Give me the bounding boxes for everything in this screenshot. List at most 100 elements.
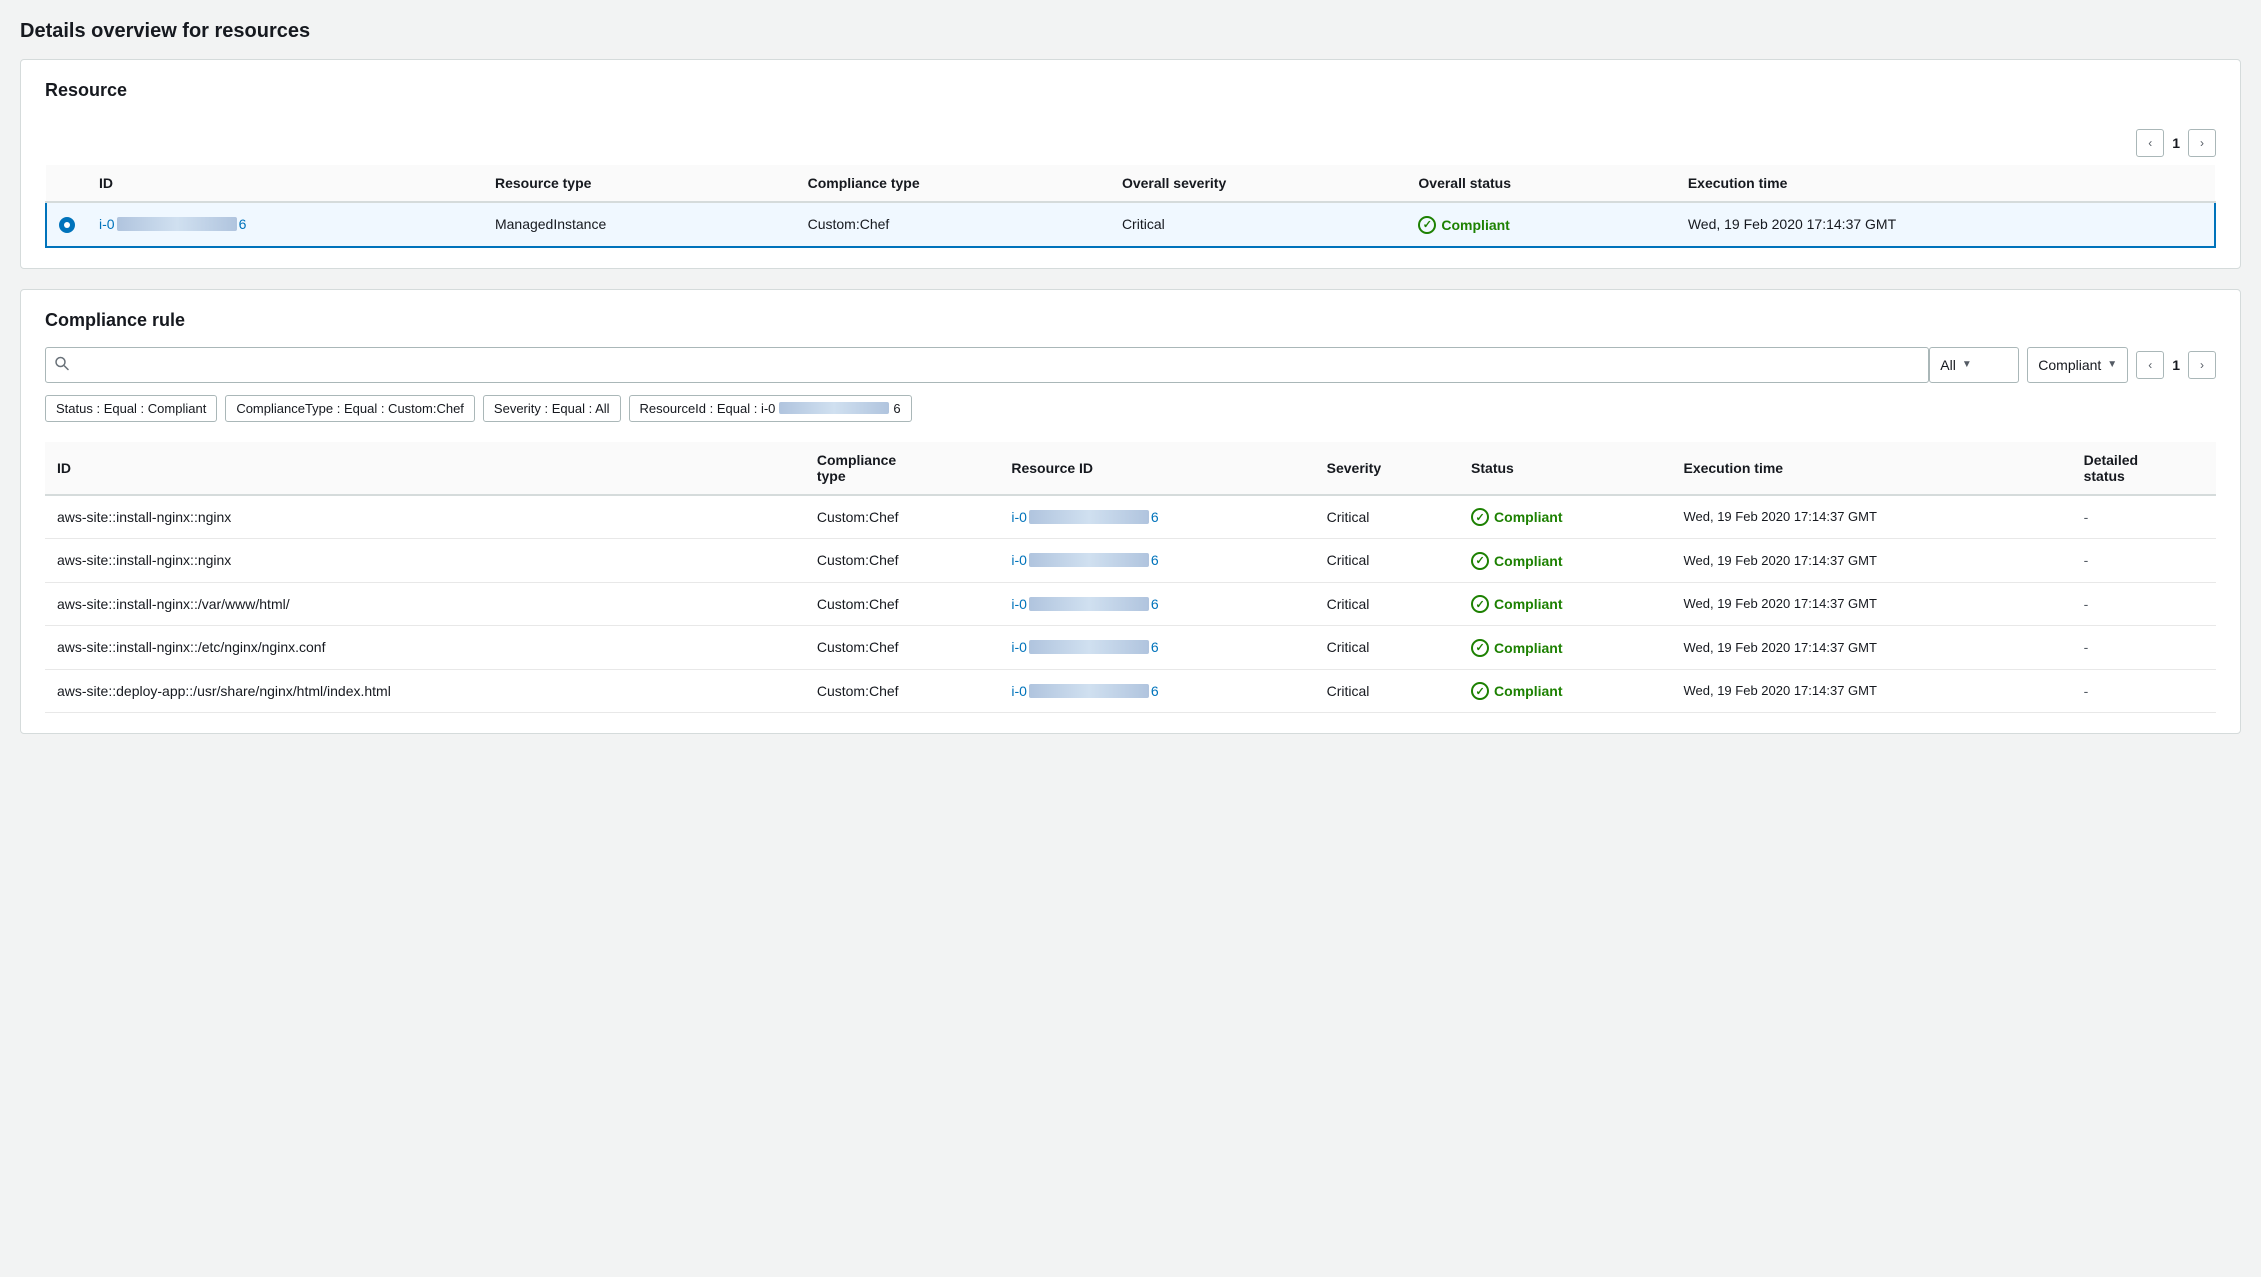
filter-tag-status[interactable]: Status : Equal : Compliant — [45, 395, 217, 422]
resource-id-blurred-middle — [117, 217, 237, 231]
compliance-rid-blurred — [1029, 510, 1149, 524]
compliance-row-compliance-type: Custom:Chef — [805, 626, 1000, 670]
compliance-row-status: ✓ Compliant — [1459, 669, 1671, 713]
compliance-status-label: Compliant — [1494, 509, 1562, 525]
compliance-table-row: aws-site::install-nginx::/etc/nginx/ngin… — [45, 626, 2216, 670]
compliance-row-severity: Critical — [1315, 539, 1459, 583]
compliance-col-resource-id: Resource ID — [999, 442, 1314, 495]
compliance-row-compliance-type: Custom:Chef — [805, 582, 1000, 626]
compliance-row-compliance-type: Custom:Chef — [805, 495, 1000, 539]
compliance-row-id: aws-site::install-nginx::nginx — [45, 539, 805, 583]
page-title: Details overview for resources — [20, 20, 2241, 43]
resource-radio-selected[interactable] — [59, 217, 75, 233]
compliance-status-label: Compliant — [1494, 553, 1562, 569]
compliance-filter-tags: Status : Equal : Compliant ComplianceTyp… — [45, 395, 2216, 422]
resource-col-compliance-type: Compliance type — [796, 165, 1110, 202]
resource-panel: Resource ‹ 1 › ID Resource type Complian… — [20, 59, 2241, 269]
compliance-rid-prefix: i-0 — [1011, 596, 1027, 612]
resource-id-value[interactable]: i-0 6 — [99, 216, 246, 232]
filter-tag-severity[interactable]: Severity : Equal : All — [483, 395, 621, 422]
compliance-search-row: All ▼ Compliant ▼ ‹ 1 › — [45, 347, 2216, 383]
compliance-row-status: ✓ Compliant — [1459, 539, 1671, 583]
resource-row-radio[interactable] — [46, 202, 87, 247]
filter-tag-resource-id-suffix: 6 — [893, 401, 900, 416]
filter-tag-compliance-type[interactable]: ComplianceType : Equal : Custom:Chef — [225, 395, 475, 422]
compliance-rid-blurred — [1029, 553, 1149, 567]
compliance-col-status: Status — [1459, 442, 1671, 495]
compliance-row-resource-id: i-0 6 — [999, 626, 1314, 670]
resource-col-execution-time: Execution time — [1676, 165, 2215, 202]
compliance-rid-blurred — [1029, 597, 1149, 611]
status-dropdown-arrow-icon: ▼ — [2107, 359, 2117, 370]
resource-table: ID Resource type Compliance type Overall… — [45, 165, 2216, 248]
compliance-compliant-icon: ✓ — [1471, 682, 1489, 700]
compliance-row-severity: Critical — [1315, 669, 1459, 713]
compliance-rid-prefix: i-0 — [1011, 509, 1027, 525]
compliance-row-id: aws-site::install-nginx::nginx — [45, 495, 805, 539]
compliance-panel-title: Compliance rule — [45, 310, 2216, 331]
compliance-pagination: ‹ 1 › — [2136, 351, 2216, 379]
compliance-col-severity: Severity — [1315, 442, 1459, 495]
compliance-row-status: ✓ Compliant — [1459, 495, 1671, 539]
compliance-table-row: aws-site::install-nginx::nginxCustom:Che… — [45, 495, 2216, 539]
compliance-table-row: aws-site::install-nginx::/var/www/html/C… — [45, 582, 2216, 626]
compliance-rid-prefix: i-0 — [1011, 639, 1027, 655]
compliance-rid-blurred — [1029, 640, 1149, 654]
compliance-row-status: ✓ Compliant — [1459, 582, 1671, 626]
compliance-row-detailed-status: - — [2072, 582, 2216, 626]
compliance-resource-id-value[interactable]: i-0 6 — [1011, 552, 1158, 568]
compliance-col-compliance-type: Compliancetype — [805, 442, 1000, 495]
resource-table-row[interactable]: i-0 6 ManagedInstance Custom:Chef Critic… — [46, 202, 2215, 247]
compliance-status-label: Compliant — [2038, 357, 2101, 373]
compliance-col-execution-time: Execution time — [1671, 442, 2071, 495]
compliance-search-input[interactable] — [45, 347, 1929, 383]
compliance-filter-all-dropdown[interactable]: All ▼ — [1929, 347, 2019, 383]
resource-next-page-button[interactable]: › — [2188, 129, 2216, 157]
filter-tag-resource-id-text: ResourceId : Equal : i-0 — [640, 401, 776, 416]
resource-row-compliance-type: Custom:Chef — [796, 202, 1110, 247]
compliance-resource-id-value[interactable]: i-0 6 — [1011, 639, 1158, 655]
search-filter-right: All ▼ Compliant ▼ ‹ 1 › — [1929, 347, 2216, 383]
compliance-table-row: aws-site::deploy-app::/usr/share/nginx/h… — [45, 669, 2216, 713]
compliance-col-detailed-status: Detailedstatus — [2072, 442, 2216, 495]
compliance-resource-id-value[interactable]: i-0 6 — [1011, 683, 1158, 699]
search-filter-left — [45, 347, 1929, 383]
compliance-row-id: aws-site::install-nginx::/etc/nginx/ngin… — [45, 626, 805, 670]
compliance-status-label: Compliant — [1494, 596, 1562, 612]
compliance-search-box — [45, 347, 1929, 383]
compliance-row-detailed-status: - — [2072, 495, 2216, 539]
compliance-rid-prefix: i-0 — [1011, 552, 1027, 568]
compliance-compliant-badge: ✓ Compliant — [1471, 682, 1562, 700]
resource-page-number: 1 — [2172, 135, 2180, 151]
compliance-row-detailed-status: - — [2072, 626, 2216, 670]
resource-row-id: i-0 6 — [87, 202, 483, 247]
resource-prev-page-button[interactable]: ‹ — [2136, 129, 2164, 157]
resource-row-execution-time: Wed, 19 Feb 2020 17:14:37 GMT — [1676, 202, 2215, 247]
compliant-label: Compliant — [1441, 217, 1509, 233]
compliance-resource-id-value[interactable]: i-0 6 — [1011, 509, 1158, 525]
compliance-next-page-button[interactable]: › — [2188, 351, 2216, 379]
compliance-rid-blurred — [1029, 684, 1149, 698]
compliance-col-id: ID — [45, 442, 805, 495]
compliant-icon: ✓ — [1418, 216, 1436, 234]
compliance-row-status: ✓ Compliant — [1459, 626, 1671, 670]
all-dropdown-arrow-icon: ▼ — [1962, 359, 1972, 370]
resource-pagination: ‹ 1 › — [2136, 129, 2216, 157]
compliance-compliant-icon: ✓ — [1471, 508, 1489, 526]
compliance-status-dropdown[interactable]: Compliant ▼ — [2027, 347, 2128, 383]
resource-col-select — [46, 165, 87, 202]
compliance-compliant-badge: ✓ Compliant — [1471, 552, 1562, 570]
compliance-row-resource-id: i-0 6 — [999, 582, 1314, 626]
compliance-row-compliance-type: Custom:Chef — [805, 669, 1000, 713]
compliant-status-badge: ✓ Compliant — [1418, 216, 1509, 234]
compliance-prev-page-button[interactable]: ‹ — [2136, 351, 2164, 379]
compliance-table: ID Compliancetype Resource ID Severity S… — [45, 442, 2216, 714]
compliance-resource-id-value[interactable]: i-0 6 — [1011, 596, 1158, 612]
compliance-row-resource-id: i-0 6 — [999, 495, 1314, 539]
compliance-compliant-icon: ✓ — [1471, 595, 1489, 613]
filter-tag-resource-id[interactable]: ResourceId : Equal : i-0 6 — [629, 395, 912, 422]
compliance-status-label: Compliant — [1494, 683, 1562, 699]
compliance-row-severity: Critical — [1315, 626, 1459, 670]
compliance-compliant-badge: ✓ Compliant — [1471, 595, 1562, 613]
compliance-row-detailed-status: - — [2072, 539, 2216, 583]
